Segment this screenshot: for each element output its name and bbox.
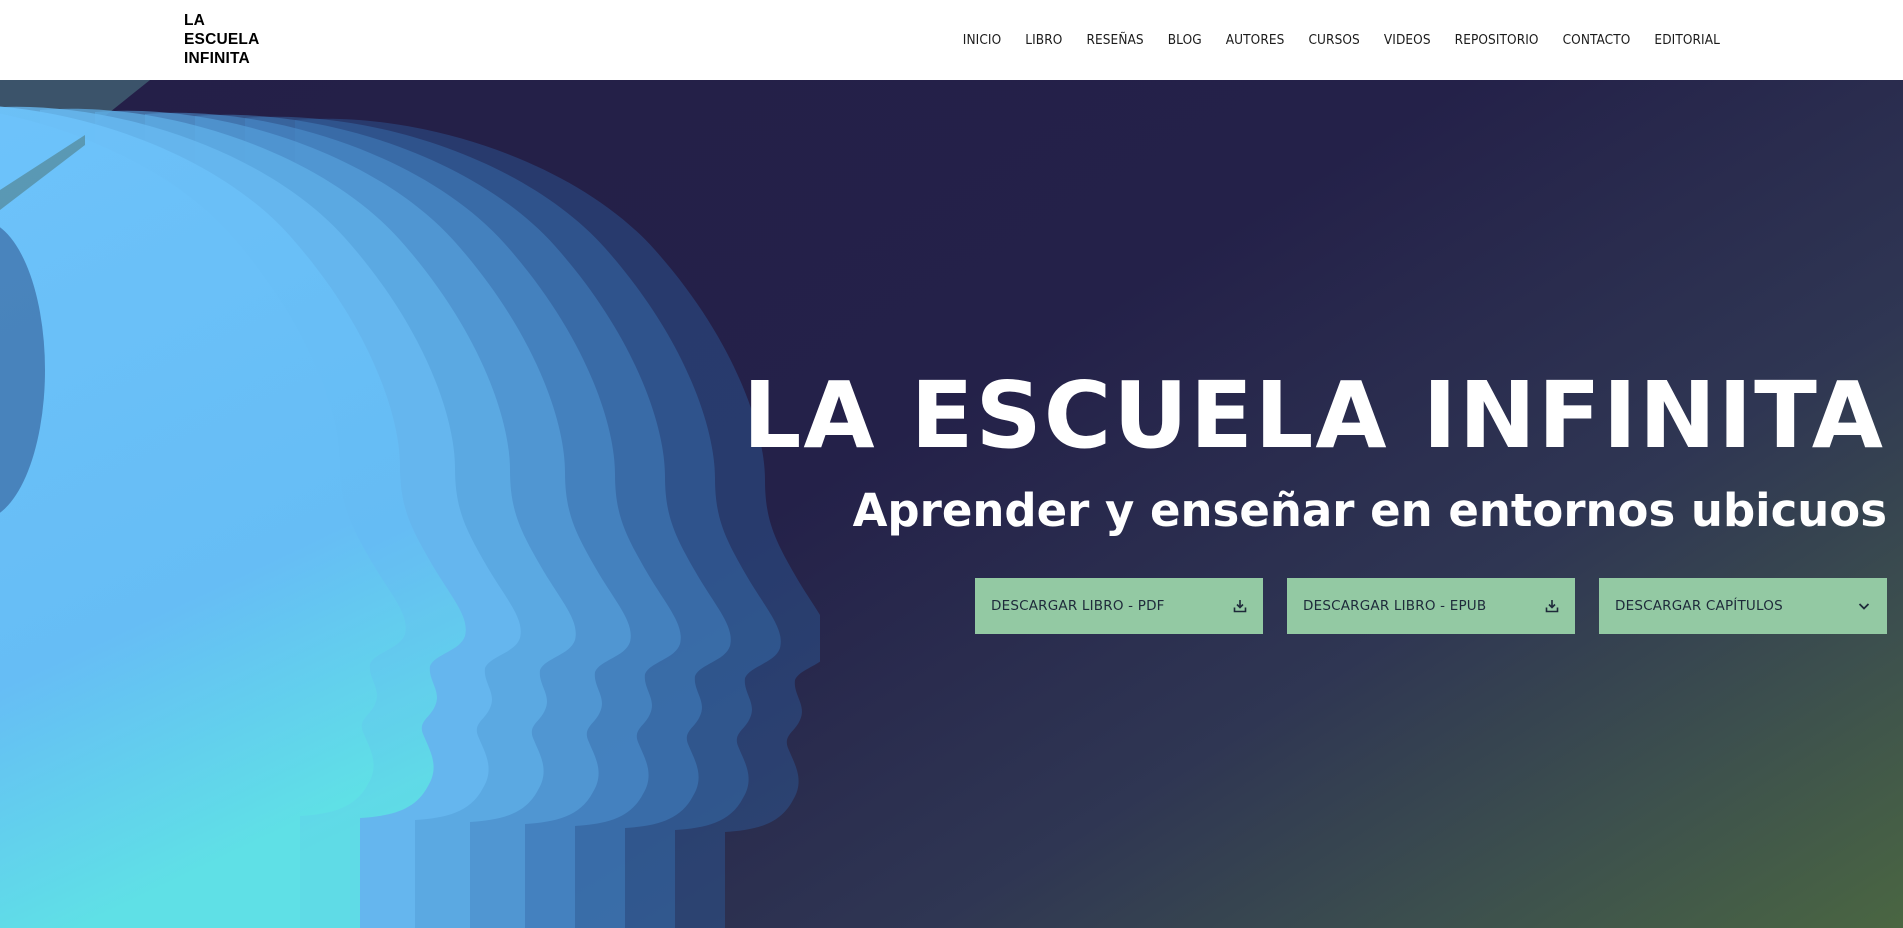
main-nav: INICIO LIBRO RESEÑAS BLOG AUTORES CURSOS… [939, 0, 1720, 80]
nav-item-contacto[interactable]: CONTACTO [1563, 32, 1631, 48]
hero-title: LA ESCUELA INFINITA [742, 362, 1885, 469]
download-pdf-button[interactable]: DESCARGAR LIBRO - PDF [975, 578, 1263, 634]
nav-item-libro[interactable]: LIBRO [1025, 32, 1062, 48]
download-chapters-label: DESCARGAR CAPÍTULOS [1615, 598, 1783, 614]
logo-line-1: LA [184, 12, 206, 29]
download-chapters-dropdown[interactable]: DESCARGAR CAPÍTULOS [1599, 578, 1887, 634]
head-silhouettes-illustration [0, 80, 820, 928]
nav-item-blog[interactable]: BLOG [1168, 32, 1202, 48]
logo-line-2: ESCUELA [184, 31, 260, 48]
download-icon [1233, 600, 1247, 613]
site-header: LA ESCUELA INFINITA INICIO LIBRO RESEÑAS… [0, 0, 1903, 80]
nav-item-cursos[interactable]: CURSOS [1308, 32, 1359, 48]
nav-item-editorial[interactable]: EDITORIAL [1654, 32, 1720, 48]
nav-item-inicio[interactable]: INICIO [963, 32, 1001, 48]
hero-subtitle: Aprender y enseñar en entornos ubicuos [852, 484, 1887, 537]
chevron-down-icon [1858, 603, 1870, 610]
nav-item-videos[interactable]: VIDEOS [1384, 32, 1431, 48]
nav-item-resenas[interactable]: RESEÑAS [1086, 32, 1143, 48]
nav-item-autores[interactable]: AUTORES [1226, 32, 1285, 48]
site-logo[interactable]: LA ESCUELA INFINITA [184, 11, 259, 68]
download-icon [1545, 600, 1559, 613]
download-epub-label: DESCARGAR LIBRO - EPUB [1303, 598, 1487, 614]
download-pdf-label: DESCARGAR LIBRO - PDF [991, 598, 1165, 614]
logo-line-3: INFINITA [184, 50, 250, 67]
download-epub-button[interactable]: DESCARGAR LIBRO - EPUB [1287, 578, 1575, 634]
hero-section: LA ESCUELA INFINITA Aprender y enseñar e… [0, 80, 1903, 928]
nav-item-repositorio[interactable]: REPOSITORIO [1455, 32, 1539, 48]
